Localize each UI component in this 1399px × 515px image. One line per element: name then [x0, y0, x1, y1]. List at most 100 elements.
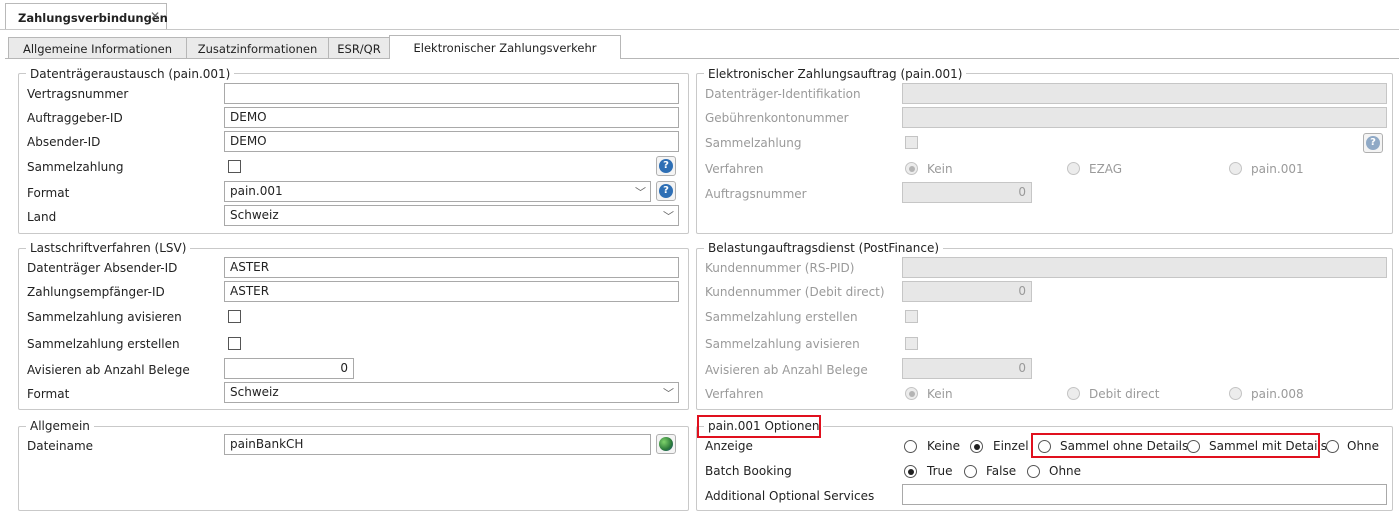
chevron-down-icon: ﹀: [635, 186, 646, 199]
tab-zusatzinformationen[interactable]: Zusatzinformationen: [186, 37, 329, 59]
anzeige-radio-einzel[interactable]: [970, 440, 983, 453]
label-datentraeger-identifikation: Datenträger-Identifikation: [705, 87, 861, 101]
bad-verfahren-radio-debit-direct[interactable]: [1067, 387, 1080, 400]
label-sammelzahlung-avisieren: Sammelzahlung avisieren: [27, 310, 182, 324]
tab-allgemeine-informationen[interactable]: Allgemeine Informationen: [8, 37, 187, 59]
label-batch-booking: Batch Booking: [705, 464, 792, 478]
land-dropdown[interactable]: Schweiz ﹀: [224, 205, 679, 226]
globe-button[interactable]: [656, 434, 676, 454]
zahlungsempfaenger-id-input[interactable]: ASTER: [224, 281, 679, 302]
help-button-format[interactable]: ?: [656, 181, 676, 201]
bad-avisieren-ab-anzahl-input[interactable]: 0: [902, 358, 1032, 379]
chevron-down-icon: ﹀: [663, 387, 674, 400]
help-button-sammelzahlung[interactable]: ?: [656, 156, 676, 176]
label-sammelzahlung: Sammelzahlung: [27, 160, 124, 174]
absender-id-input[interactable]: DEMO: [224, 131, 679, 152]
eza-verfahren-radio-ezag[interactable]: [1067, 162, 1080, 175]
label-format: Format: [27, 186, 70, 200]
format-dropdown[interactable]: pain.001 ﹀: [224, 181, 651, 202]
help-icon: ?: [659, 184, 673, 198]
eza-verfahren-radio-kein[interactable]: [905, 162, 918, 175]
eza-verfahren-label-ezag: EZAG: [1089, 162, 1123, 176]
gebuehrenkontonummer-input[interactable]: [902, 107, 1387, 128]
label-gebuehrenkontonummer: Gebührenkontonummer: [705, 111, 849, 125]
group-title-belastungauftragsdienst: Belastungauftragsdienst (PostFinance): [704, 241, 944, 255]
debit-direct-input[interactable]: 0: [902, 281, 1032, 302]
document-tab-title: Zahlungsverbindungen: [18, 11, 168, 25]
label-bad-sammelzahlung-avisieren: Sammelzahlung avisieren: [705, 337, 860, 351]
format-value: pain.001: [230, 184, 283, 198]
anzeige-radio-ohne[interactable]: [1326, 440, 1339, 453]
auftraggeber-id-input[interactable]: DEMO: [224, 107, 679, 128]
label-bad-avisieren-ab-anzahl: Avisieren ab Anzahl Belege: [705, 363, 868, 377]
avisieren-ab-anzahl-input[interactable]: 0: [224, 358, 354, 379]
tab-strip-divider: [5, 58, 1399, 59]
vertragsnummer-input[interactable]: [224, 83, 679, 104]
label-absender-id: Absender-ID: [27, 135, 101, 149]
sammelzahlung-avisieren-checkbox[interactable]: [228, 310, 241, 323]
additional-optional-services-input[interactable]: [902, 484, 1387, 505]
lsv-format-value: Schweiz: [230, 385, 279, 399]
bad-sammelzahlung-avisieren-checkbox[interactable]: [905, 337, 918, 350]
batch-label-ohne: Ohne: [1049, 464, 1082, 478]
help-icon: ?: [1366, 136, 1380, 150]
label-additional-optional-services: Additional Optional Services: [705, 489, 875, 503]
label-bad-verfahren: Verfahren: [705, 387, 764, 401]
batch-label-true: True: [927, 464, 953, 478]
tab-elektronischer-zahlungsverkehr[interactable]: Elektronischer Zahlungsverkehr: [389, 35, 621, 59]
bad-verfahren-radio-kein[interactable]: [905, 387, 918, 400]
eza-verfahren-label-pain001: pain.001: [1251, 162, 1304, 176]
highlight-box-sammel: [1031, 433, 1320, 458]
bad-verfahren-label-pain008: pain.008: [1251, 387, 1304, 401]
label-land: Land: [27, 210, 57, 224]
label-rs-pid: Kundennummer (RS-PID): [705, 261, 855, 275]
group-title-datentraegeraustausch: Datenträgeraustausch (pain.001): [26, 67, 235, 81]
help-button-eza[interactable]: ?: [1363, 133, 1383, 153]
help-icon: ?: [659, 159, 673, 173]
datentraeger-identifikation-input[interactable]: [902, 83, 1387, 104]
label-zahlungsempfaenger-id: Zahlungsempfänger-ID: [27, 285, 165, 299]
label-lsv-format: Format: [27, 387, 70, 401]
label-auftraggeber-id: Auftraggeber-ID: [27, 111, 123, 125]
batch-label-false: False: [986, 464, 1017, 478]
chevron-down-icon: ﹀: [663, 210, 674, 223]
anzeige-radio-keine[interactable]: [904, 440, 917, 453]
anzeige-label-keine: Keine: [927, 439, 960, 453]
bad-sammelzahlung-erstellen-checkbox[interactable]: [905, 310, 918, 323]
tab-esr-qr[interactable]: ESR/QR: [328, 37, 390, 59]
document-tab-zahlungsverbindungen[interactable]: Zahlungsverbindungen ✕: [5, 3, 168, 30]
highlight-box-title: [697, 415, 821, 438]
dateiname-input[interactable]: painBankCH: [224, 434, 651, 455]
label-eza-sammelzahlung: Sammelzahlung: [705, 136, 802, 150]
globe-icon: [659, 437, 673, 451]
batch-radio-true[interactable]: [904, 465, 917, 478]
label-auftragsnummer: Auftragsnummer: [705, 187, 807, 201]
bad-verfahren-radio-pain008[interactable]: [1229, 387, 1242, 400]
label-debit-direct: Kundennummer (Debit direct): [705, 285, 885, 299]
sammelzahlung-erstellen-checkbox[interactable]: [228, 337, 241, 350]
rs-pid-input[interactable]: [902, 257, 1387, 278]
eza-sammelzahlung-checkbox[interactable]: [905, 136, 918, 149]
label-eza-verfahren: Verfahren: [705, 162, 764, 176]
label-dateiname: Dateiname: [27, 439, 94, 453]
anzeige-label-ohne: Ohne: [1347, 439, 1380, 453]
auftragsnummer-input[interactable]: 0: [902, 182, 1032, 203]
label-bad-sammelzahlung-erstellen: Sammelzahlung erstellen: [705, 310, 858, 324]
group-title-lastschriftverfahren: Lastschriftverfahren (LSV): [26, 241, 191, 255]
batch-radio-false[interactable]: [964, 465, 977, 478]
label-avisieren-ab-anzahl: Avisieren ab Anzahl Belege: [27, 363, 190, 377]
lsv-absender-id-input[interactable]: ASTER: [224, 257, 679, 278]
document-tab-divider: [0, 29, 1399, 30]
batch-radio-ohne[interactable]: [1027, 465, 1040, 478]
lsv-format-dropdown[interactable]: Schweiz ﹀: [224, 382, 679, 403]
label-vertragsnummer: Vertragsnummer: [27, 87, 129, 101]
label-sammelzahlung-erstellen: Sammelzahlung erstellen: [27, 337, 180, 351]
group-title-allgemein: Allgemein: [26, 419, 94, 433]
label-lsv-absender-id: Datenträger Absender-ID: [27, 261, 178, 275]
bad-verfahren-label-kein: Kein: [927, 387, 953, 401]
eza-verfahren-label-kein: Kein: [927, 162, 953, 176]
sammelzahlung-checkbox[interactable]: [228, 160, 241, 173]
close-icon[interactable]: ✕: [150, 9, 160, 23]
land-value: Schweiz: [230, 208, 279, 222]
eza-verfahren-radio-pain001[interactable]: [1229, 162, 1242, 175]
